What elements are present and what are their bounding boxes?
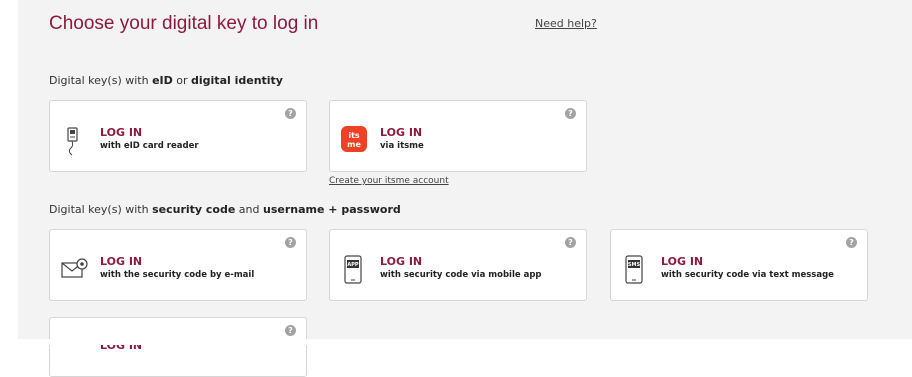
help-question-icon[interactable]: ? bbox=[846, 237, 857, 248]
login-card-eid-reader[interactable]: LOG IN with eID card reader ? bbox=[49, 100, 307, 172]
app-badge: APP bbox=[347, 262, 359, 268]
section-title-security-code: Digital key(s) with security code and us… bbox=[49, 203, 401, 216]
help-question-icon[interactable]: ? bbox=[285, 325, 296, 336]
card-reader-icon bbox=[61, 126, 87, 156]
login-card-mobile-app[interactable]: APP LOG IN with security code via mobile… bbox=[329, 229, 587, 301]
help-question-icon[interactable]: ? bbox=[285, 237, 296, 248]
card-subtitle: with security code via mobile app bbox=[380, 270, 542, 280]
card-title: LOG IN bbox=[100, 126, 143, 139]
card-subtitle: with security code via text message bbox=[661, 270, 834, 280]
sms-badge: SMS bbox=[628, 262, 641, 268]
email-icon bbox=[61, 255, 88, 281]
svg-text:me: me bbox=[347, 140, 361, 149]
page-bottom-edge bbox=[0, 339, 912, 345]
login-card-text-message[interactable]: SMS LOG IN with security code via text m… bbox=[610, 229, 868, 301]
itsme-logo-icon: its me bbox=[341, 126, 367, 152]
svg-text:its: its bbox=[348, 131, 360, 140]
help-question-icon[interactable]: ? bbox=[565, 237, 576, 248]
card-title: LOG IN bbox=[380, 255, 423, 268]
card-title: LOG IN bbox=[661, 255, 704, 268]
need-help-link[interactable]: Need help? bbox=[535, 17, 597, 30]
card-subtitle: with eID card reader bbox=[100, 141, 199, 151]
sms-icon: SMS bbox=[622, 255, 648, 284]
login-card-partial[interactable]: LOG IN ? bbox=[49, 317, 307, 377]
help-question-icon[interactable]: ? bbox=[285, 108, 296, 119]
card-title: LOG IN bbox=[100, 255, 143, 268]
login-card-email-code[interactable]: LOG IN with the security code by e-mail … bbox=[49, 229, 307, 301]
page-title: Choose your digital key to log in bbox=[49, 13, 319, 34]
section-title-eid: Digital key(s) with eID or digital ident… bbox=[49, 74, 283, 87]
card-subtitle: with the security code by e-mail bbox=[100, 270, 255, 280]
help-question-icon[interactable]: ? bbox=[565, 108, 576, 119]
login-card-itsme[interactable]: its me LOG IN via itsme ? bbox=[329, 100, 587, 172]
card-title: LOG IN bbox=[380, 126, 423, 139]
create-itsme-account-link[interactable]: Create your itsme account bbox=[329, 176, 449, 186]
card-subtitle: via itsme bbox=[380, 141, 424, 151]
mobile-app-icon: APP bbox=[341, 255, 367, 284]
